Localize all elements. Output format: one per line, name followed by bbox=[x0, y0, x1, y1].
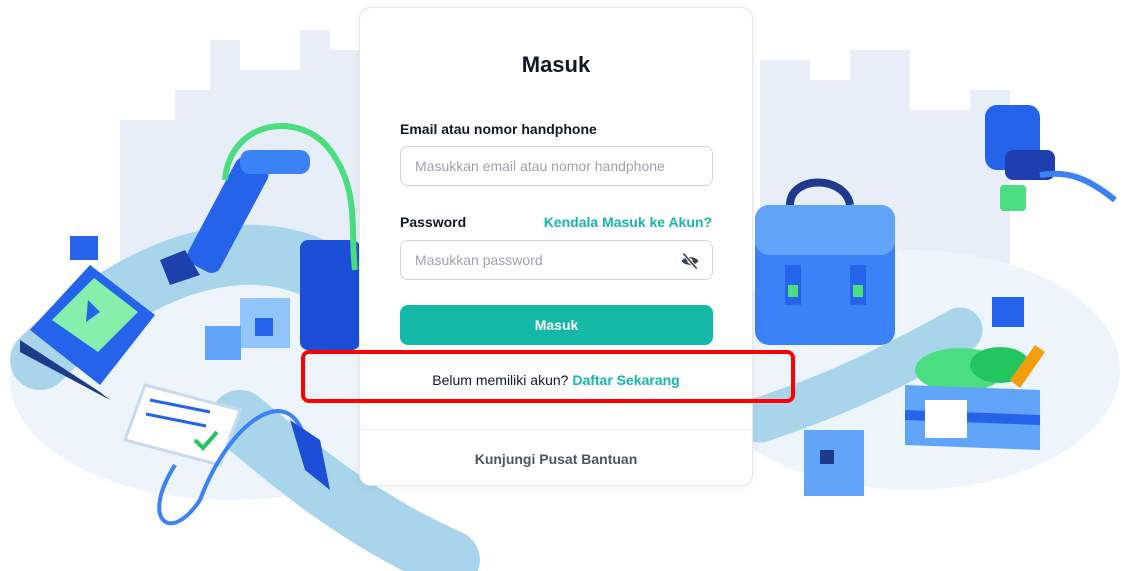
email-label: Email atau nomor handphone bbox=[400, 121, 597, 137]
robot-arm-icon-right bbox=[985, 105, 1117, 211]
highlight-box bbox=[301, 350, 795, 403]
password-field-wrapper bbox=[400, 240, 713, 280]
email-field-wrapper bbox=[400, 146, 713, 186]
password-label: Password bbox=[400, 214, 467, 230]
vegetable-crate-icon bbox=[905, 345, 1045, 450]
page-title: Masuk bbox=[521, 52, 591, 77]
login-card: Masuk Email atau nomor handphone Passwor… bbox=[359, 7, 753, 486]
login-button[interactable]: Masuk bbox=[400, 305, 713, 345]
divider bbox=[360, 429, 752, 430]
login-trouble-link[interactable]: Kendala Masuk ke Akun? bbox=[544, 214, 712, 230]
email-field[interactable] bbox=[401, 147, 712, 185]
help-center-link[interactable]: Kunjungi Pusat Bantuan bbox=[360, 451, 752, 467]
password-field[interactable] bbox=[401, 241, 712, 279]
briefcase-icon bbox=[755, 178, 895, 345]
eye-off-icon[interactable] bbox=[680, 251, 700, 271]
